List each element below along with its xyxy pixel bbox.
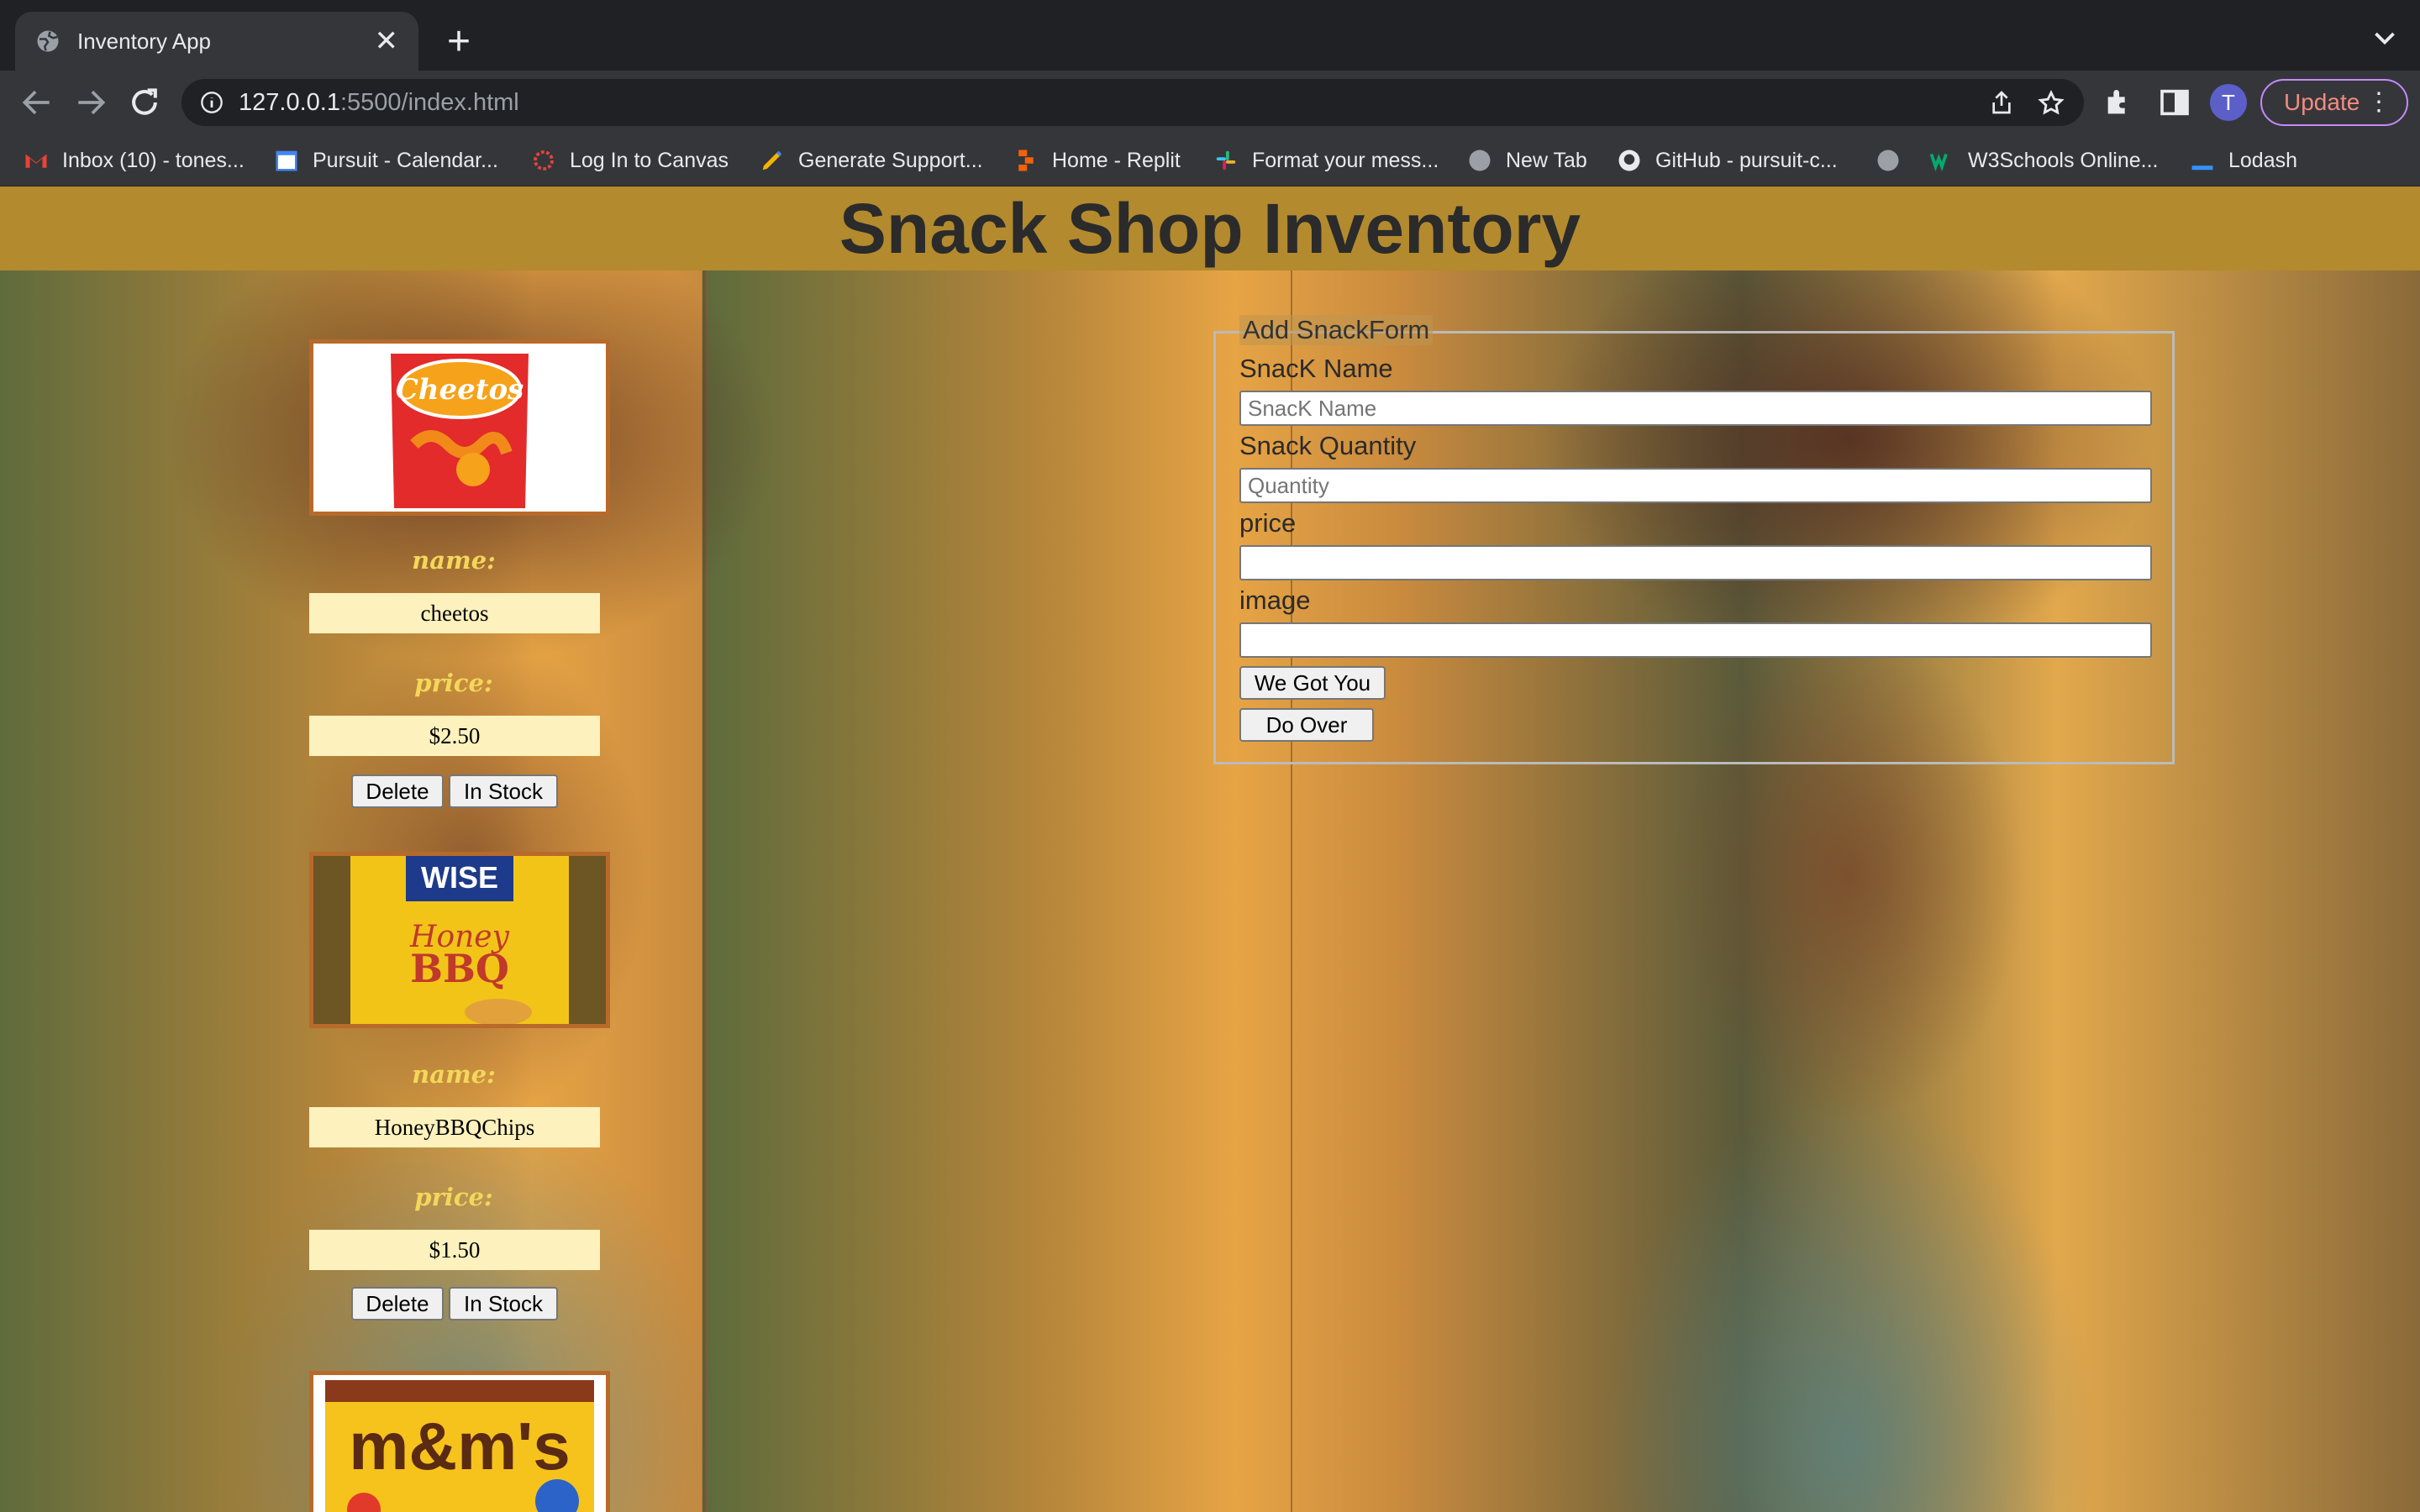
back-icon[interactable] <box>18 84 55 121</box>
extensions-icon[interactable] <box>2102 86 2136 119</box>
browser-toolbar: 127.0.0.1:5500/index.html T Update ⋮ <box>0 71 2420 134</box>
replit-icon <box>1018 150 1034 171</box>
chevron-down-icon[interactable] <box>2370 24 2400 54</box>
svg-text:WISE: WISE <box>421 860 498 895</box>
w3schools-icon <box>1929 153 1948 172</box>
bookmark-item[interactable] <box>1876 134 1914 186</box>
url-text: 127.0.0.1:5500/index.html <box>239 89 519 116</box>
svg-text:Cheetos: Cheetos <box>396 373 524 407</box>
snack-image: WISE Honey BBQ <box>309 852 610 1028</box>
delete-button[interactable]: Delete <box>351 774 444 808</box>
snack-name-value: HoneyBBQChips <box>309 1107 600 1147</box>
profile-avatar[interactable]: T <box>2210 84 2247 121</box>
form-legend: Add SnackForm <box>1239 315 1434 345</box>
candy-bag-icon: m&m's <box>313 1375 606 1512</box>
lodash-icon <box>2191 165 2213 171</box>
snack-name-label: name: <box>412 1060 496 1089</box>
info-icon[interactable] <box>200 91 224 114</box>
bookmark-item[interactable]: Log In to Canvas <box>531 134 729 186</box>
snack-name-value: cheetos <box>309 593 600 633</box>
bookmark-item[interactable]: Lodash <box>2190 134 2297 186</box>
snack-image: Cheetos <box>309 339 610 516</box>
bookmark-item[interactable]: Inbox (10) - tones... <box>24 134 245 186</box>
price-field-label: price <box>1239 508 1297 538</box>
reload-icon[interactable] <box>126 84 163 121</box>
close-tab-icon[interactable]: ✕ <box>375 27 399 55</box>
star-icon[interactable] <box>2037 89 2065 118</box>
bookmark-item[interactable]: Home - Replit <box>1013 134 1181 186</box>
side-panel-icon[interactable] <box>2158 86 2191 119</box>
svg-text:BBQ: BBQ <box>410 946 509 991</box>
bookmarks-bar: Inbox (10) - tones... Pursuit - Calendar… <box>0 134 2420 186</box>
address-bar[interactable]: 127.0.0.1:5500/index.html <box>182 79 2084 126</box>
price-input[interactable] <box>1239 545 2152 580</box>
forward-icon[interactable] <box>72 84 109 121</box>
bookmark-item[interactable]: Generate Support... <box>760 134 983 186</box>
snack-price-value: $2.50 <box>309 716 600 756</box>
submit-button[interactable]: We Got You <box>1239 666 1386 700</box>
chip-bag-icon: WISE Honey BBQ <box>313 856 606 1024</box>
calendar-icon <box>276 150 297 171</box>
canvas-icon <box>534 150 554 171</box>
snack-image: m&m's <box>309 1371 610 1512</box>
browser-tab[interactable]: Inventory App ✕ <box>15 12 418 71</box>
image-field-label: image <box>1239 585 1311 615</box>
reset-button[interactable]: Do Over <box>1239 708 1374 742</box>
snack-price-value: $1.50 <box>309 1230 600 1270</box>
bookmark-item[interactable]: GitHub - pursuit-c... <box>1617 134 1838 186</box>
add-snack-form: Add SnackForm SnacK Name Snack Quantity … <box>1213 315 2175 764</box>
snack-name-label: name: <box>412 546 496 575</box>
share-icon[interactable] <box>1988 89 2015 116</box>
in-stock-button[interactable]: In Stock <box>449 774 558 808</box>
bookmark-item[interactable]: W3Schools Online... <box>1929 134 2159 186</box>
globe-icon <box>37 30 59 52</box>
gmail-icon <box>25 154 47 168</box>
browser-tabstrip: Inventory App ✕ + <box>0 0 2420 71</box>
delete-button[interactable]: Delete <box>351 1287 444 1320</box>
snack-name-input[interactable] <box>1239 391 2152 426</box>
github-icon <box>1618 150 1640 171</box>
page-header: Snack Shop Inventory <box>0 186 2420 270</box>
bookmark-item[interactable]: Format your mess... <box>1213 134 1439 186</box>
more-menu-icon[interactable]: ⋮ <box>2366 81 2391 124</box>
globe-icon <box>1877 150 1899 171</box>
snack-quantity-input[interactable] <box>1239 468 2152 503</box>
in-stock-button[interactable]: In Stock <box>449 1287 558 1320</box>
image-input[interactable] <box>1239 622 2152 658</box>
snack-quantity-field-label: Snack Quantity <box>1239 431 1417 460</box>
tab-title: Inventory App <box>77 28 211 54</box>
new-tab-button[interactable]: + <box>435 18 482 66</box>
bookmark-item[interactable]: New Tab <box>1467 134 1587 186</box>
chip-bag-icon: Cheetos <box>313 344 606 512</box>
snack-price-label: price: <box>414 1183 493 1211</box>
slack-icon <box>1216 150 1236 171</box>
globe-icon <box>1469 150 1491 171</box>
snack-name-field-label: SnacK Name <box>1239 354 1393 383</box>
update-button[interactable]: Update ⋮ <box>2260 79 2408 126</box>
svg-text:m&m's: m&m's <box>349 1409 571 1483</box>
page-viewport: Snack Shop Inventory Cheetos name: cheet… <box>0 186 2420 1512</box>
snack-price-label: price: <box>414 669 493 697</box>
page-title: Snack Shop Inventory <box>839 189 1581 268</box>
pencil-icon <box>762 150 782 171</box>
bookmark-item[interactable]: Pursuit - Calendar... <box>274 134 498 186</box>
